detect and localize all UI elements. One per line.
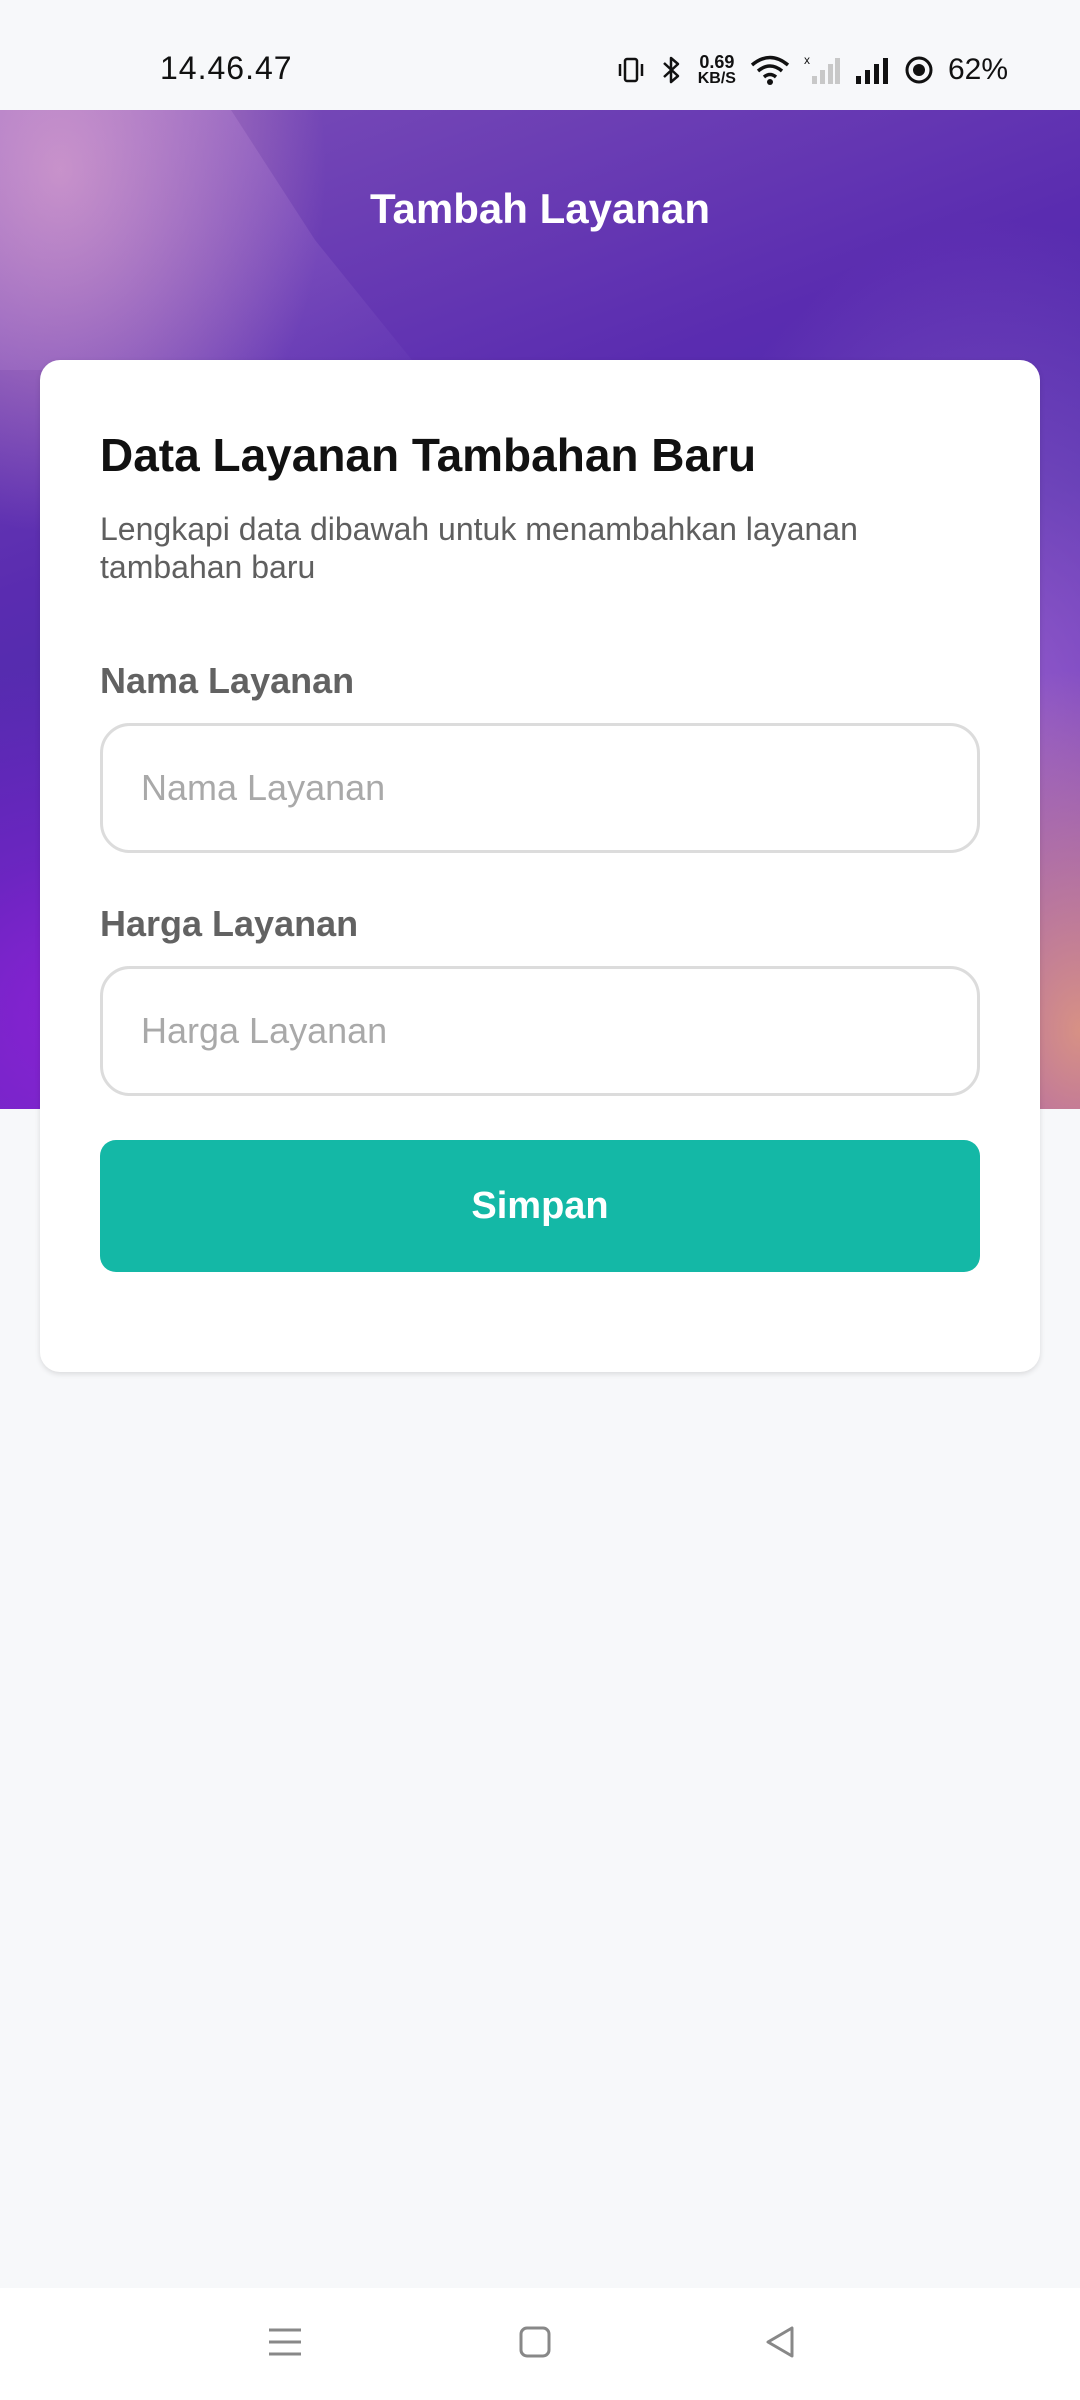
service-price-label: Harga Layanan	[100, 903, 359, 944]
service-name-label: Nama Layanan	[100, 660, 355, 701]
network-speed-value: 0.69	[699, 52, 735, 72]
svg-text:x: x	[804, 54, 810, 67]
bluetooth-icon	[660, 54, 684, 86]
status-icons: 0.69 KB/S x 62%	[616, 50, 1008, 90]
service-name-input[interactable]	[100, 723, 980, 853]
signal-sim2-icon: x	[804, 54, 840, 86]
status-time: 14.46.47	[160, 50, 293, 86]
system-nav-bar	[0, 2288, 1080, 2400]
back-button[interactable]	[700, 2288, 860, 2400]
back-icon	[762, 2324, 798, 2365]
form-subtitle: Lengkapi data dibawah untuk menambahkan …	[100, 511, 858, 585]
signal-sim1-icon	[854, 54, 890, 86]
screen: 14.46.47 0.69 KB/S x 62% Tambah Layanan …	[0, 0, 1080, 2400]
battery-percentage: 62%	[947, 53, 1008, 86]
page-title: Tambah Layanan	[370, 185, 710, 232]
status-bar: 14.46.47 0.69 KB/S x 62%	[0, 0, 1080, 110]
recent-apps-button[interactable]	[205, 2288, 365, 2400]
home-button[interactable]	[455, 2288, 615, 2400]
form-card: Data Layanan Tambahan Baru Lengkapi data…	[40, 360, 1040, 1372]
wifi-icon	[750, 54, 790, 86]
service-price-input[interactable]	[100, 966, 980, 1096]
menu-icon	[265, 2324, 305, 2365]
save-button[interactable]: Simpan	[100, 1140, 980, 1272]
vibrate-icon	[616, 55, 646, 85]
network-speed: 0.69 KB/S	[698, 53, 736, 87]
home-icon	[517, 2324, 553, 2365]
network-speed-unit: KB/S	[697, 70, 736, 87]
battery-saver-icon	[904, 55, 934, 85]
form-title: Data Layanan Tambahan Baru	[100, 429, 757, 481]
